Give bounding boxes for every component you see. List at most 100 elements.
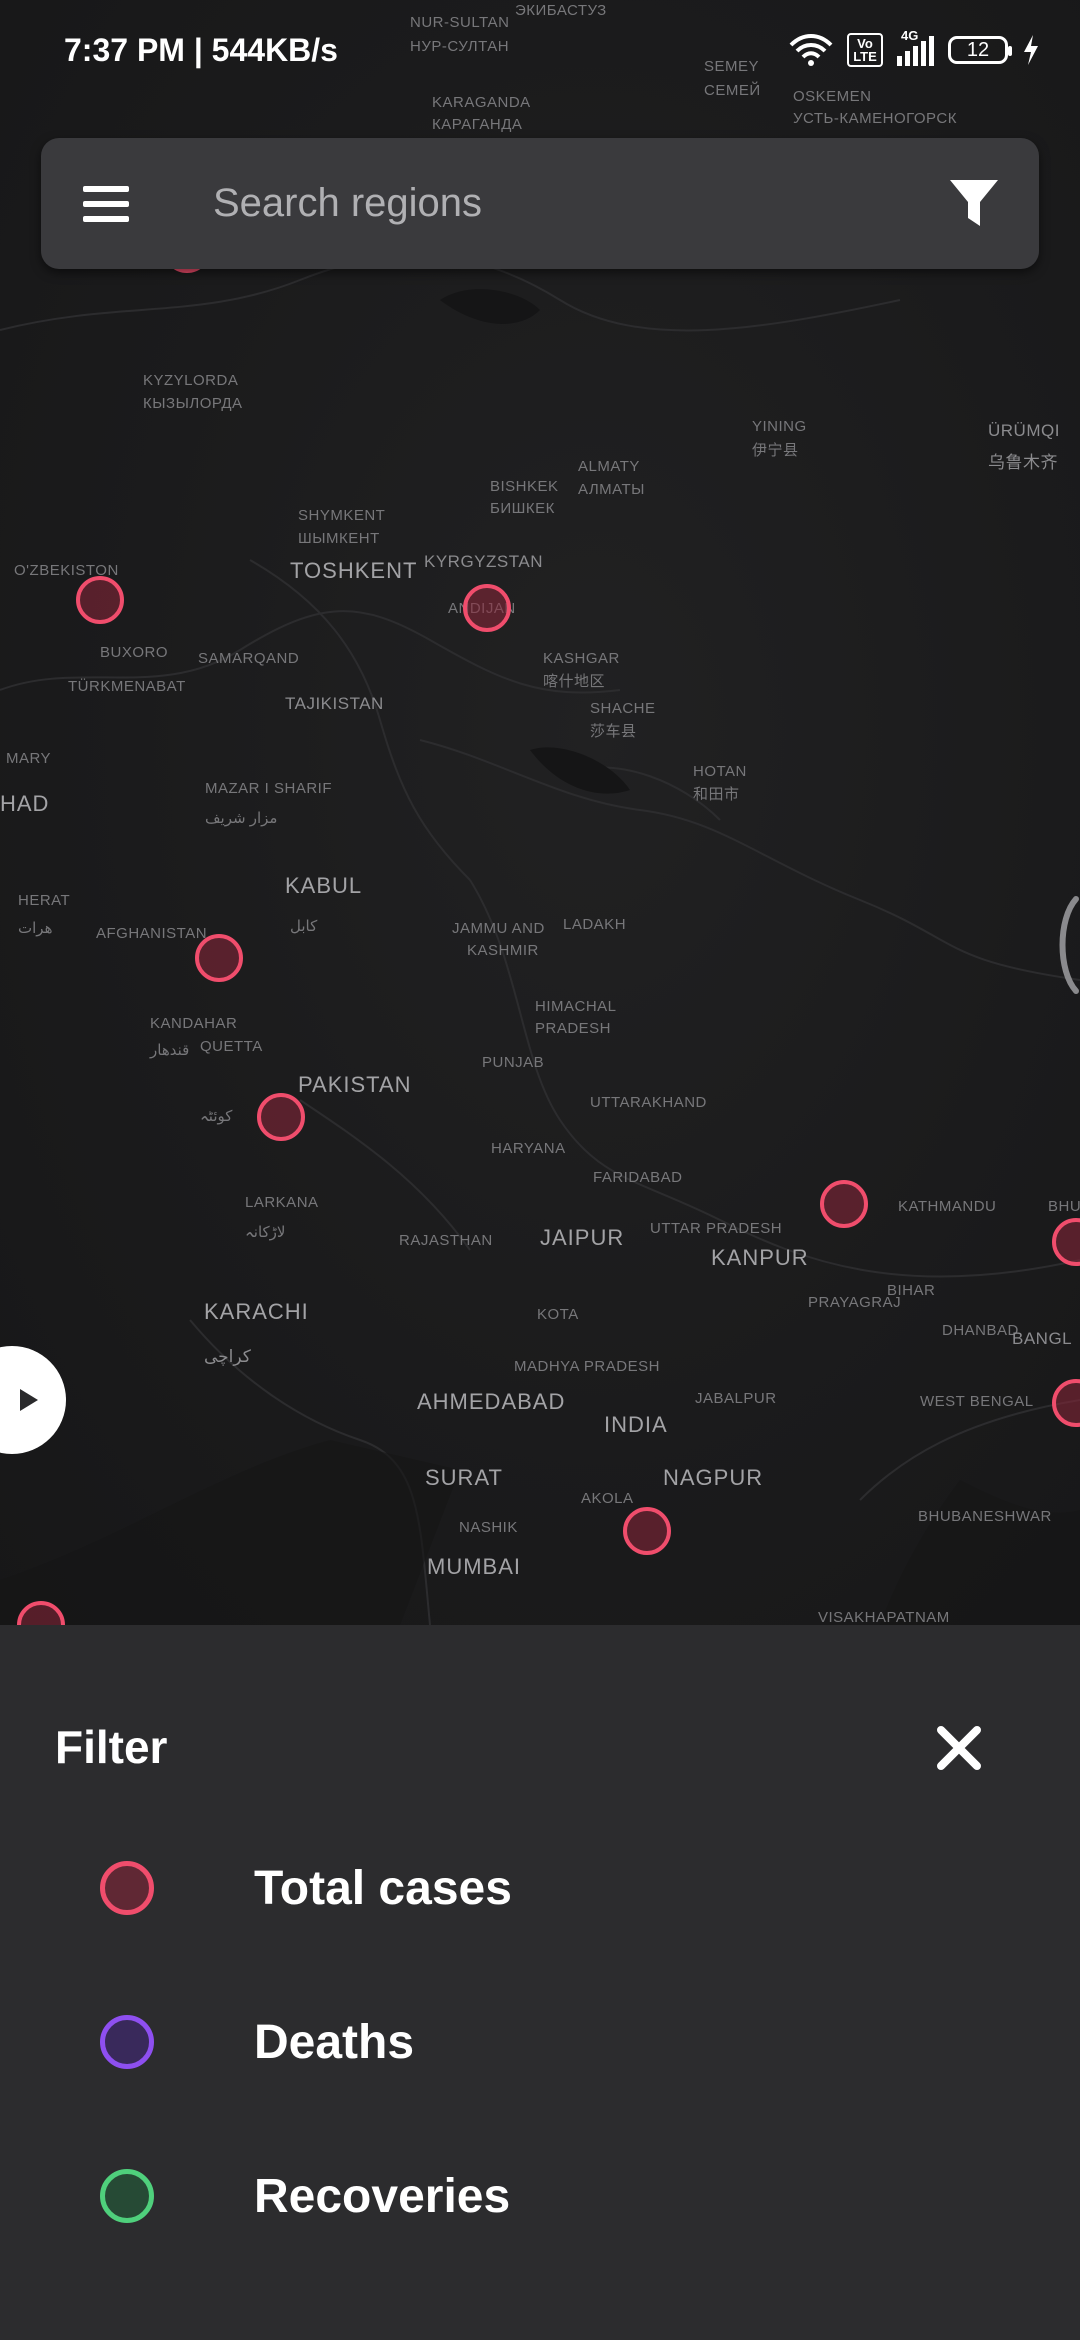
map-label: JAMMU AND (452, 920, 545, 937)
close-button[interactable] (922, 1711, 996, 1785)
total-cases-color-icon (100, 1861, 154, 1915)
map-label: MARY (6, 750, 52, 767)
map-label: AHMEDABAD (417, 1389, 566, 1414)
map-label: PAKISTAN (298, 1072, 412, 1097)
map-label: TAJIKISTAN (285, 694, 384, 713)
status-icons: Vo LTE 4G 12 (789, 28, 1040, 67)
map-label: KYZYLORDA (143, 372, 239, 389)
map-label: BISHKEK (490, 478, 559, 495)
map-label: BIHAR (887, 1282, 936, 1299)
map-label: NASHIK (459, 1519, 518, 1536)
case-marker[interactable] (257, 1093, 305, 1141)
charging-icon (1024, 35, 1038, 65)
map-label: SAMARQAND (198, 650, 300, 667)
map-label: ALMATY (578, 458, 640, 475)
map-label: RAJASTHAN (399, 1232, 493, 1249)
map-label: کوئٹہ (200, 1108, 233, 1125)
case-marker[interactable] (76, 576, 124, 624)
case-marker[interactable] (463, 584, 511, 632)
map-label: AFGHANISTAN (96, 925, 208, 942)
map-label: PUNJAB (482, 1054, 545, 1071)
map-label: MUMBAI (427, 1554, 521, 1579)
map-label: КЫЗЫЛОРДА (143, 395, 243, 412)
status-bar: 7:37 PM | 544KB/s Vo LTE 4G 12 (0, 0, 1080, 100)
case-marker[interactable] (623, 1507, 671, 1555)
drag-handle-icon (1059, 896, 1079, 994)
map-label: SHYMKENT (298, 507, 386, 524)
map-label: 喀什地区 (543, 673, 606, 690)
map-label: ШЫМКЕНТ (298, 530, 380, 547)
map-label: HERAT (18, 892, 71, 909)
battery-icon: 12 (948, 36, 1012, 64)
map-label: BANGL (1012, 1329, 1073, 1348)
map-label: SHACHE (590, 700, 656, 717)
map-label: کراچی (204, 1347, 251, 1366)
filter-option-label: Total cases (254, 1861, 512, 1915)
search-bar (41, 137, 1039, 270)
map-label: KASHGAR (543, 650, 620, 667)
filter-sheet: Filter Total cases Deaths Recoveries (0, 1625, 1080, 2340)
filter-option-total-cases[interactable]: Total cases (0, 1828, 1080, 1948)
edge-handle[interactable] (1050, 895, 1080, 1000)
map-label: HIMACHAL (535, 998, 617, 1015)
map-label: TOSHKENT (290, 558, 418, 583)
map-label: BHU (1048, 1198, 1080, 1215)
map-label: DHANBAD (942, 1322, 1019, 1339)
map-label: HAD (0, 791, 50, 816)
map-label: MADHYA PRADESH (514, 1358, 660, 1375)
map-label: UTTARAKHAND (590, 1094, 707, 1111)
recoveries-color-icon (100, 2169, 154, 2223)
map-label: VISAKHAPATNAM (818, 1609, 950, 1625)
filter-option-label: Deaths (254, 2015, 415, 2069)
map-label: 乌鲁木齐 (988, 453, 1058, 472)
map-label: JAIPUR (540, 1225, 625, 1250)
map-label: ÜRÜMQI (988, 421, 1060, 440)
map-label: KANPUR (711, 1245, 809, 1270)
map-label: 伊宁县 (752, 442, 799, 459)
map-label: KARACHI (204, 1299, 309, 1324)
map-label: INDIA (604, 1412, 668, 1437)
cellular-signal-icon: 4G (897, 28, 934, 66)
map-label: KASHMIR (467, 942, 539, 959)
map-label: FARIDABAD (593, 1169, 683, 1186)
case-marker[interactable] (195, 934, 243, 982)
close-icon (937, 1726, 981, 1770)
map-label: KATHMANDU (898, 1198, 997, 1215)
wifi-icon (789, 34, 833, 66)
map-label: HOTAN (693, 763, 747, 780)
search-input[interactable] (171, 137, 909, 270)
map-label: LARKANA (245, 1194, 319, 1211)
map-label: کابل (290, 918, 318, 935)
map-label: YINING (752, 418, 807, 435)
menu-button[interactable] (41, 138, 171, 269)
case-marker[interactable] (820, 1180, 868, 1228)
map-label: 和田市 (693, 786, 740, 803)
filter-option-deaths[interactable]: Deaths (0, 1982, 1080, 2102)
map-label: KABUL (285, 873, 363, 898)
hamburger-menu-icon (83, 185, 129, 222)
map-label: KANDAHAR (150, 1015, 238, 1032)
map-label: QUETTA (200, 1038, 263, 1055)
volte-icon: Vo LTE (847, 33, 883, 67)
status-time: 7:37 PM | 544KB/s (64, 31, 338, 68)
deaths-color-icon (100, 2015, 154, 2069)
map-label: مزار شریف (205, 810, 278, 827)
map-label: UTTAR PRADESH (650, 1220, 783, 1237)
filter-button[interactable] (909, 138, 1039, 269)
map-label: قندهار (150, 1042, 190, 1059)
map-label: KOTA (537, 1306, 579, 1323)
map-label: TÜRKMENABAT (68, 678, 186, 695)
map-label: 莎车县 (590, 723, 637, 740)
play-arrow-icon (20, 1389, 38, 1411)
map-label: БИШКЕК (490, 500, 555, 517)
map-label: BHUBANESHWAR (918, 1508, 1052, 1525)
sheet-title: Filter (55, 1721, 168, 1773)
filter-option-recoveries[interactable]: Recoveries (0, 2136, 1080, 2256)
map-label: УСТЬ-КАМЕНОГОРСК (793, 110, 957, 127)
map-label: NAGPUR (663, 1465, 764, 1490)
filter-option-label: Recoveries (254, 2169, 511, 2223)
map-label: WEST BENGAL (920, 1393, 1034, 1410)
map-label: КАРАГАНДА (432, 116, 523, 133)
network-type: 4G (901, 28, 919, 43)
map-label: لاڑکانہ (245, 1224, 286, 1241)
